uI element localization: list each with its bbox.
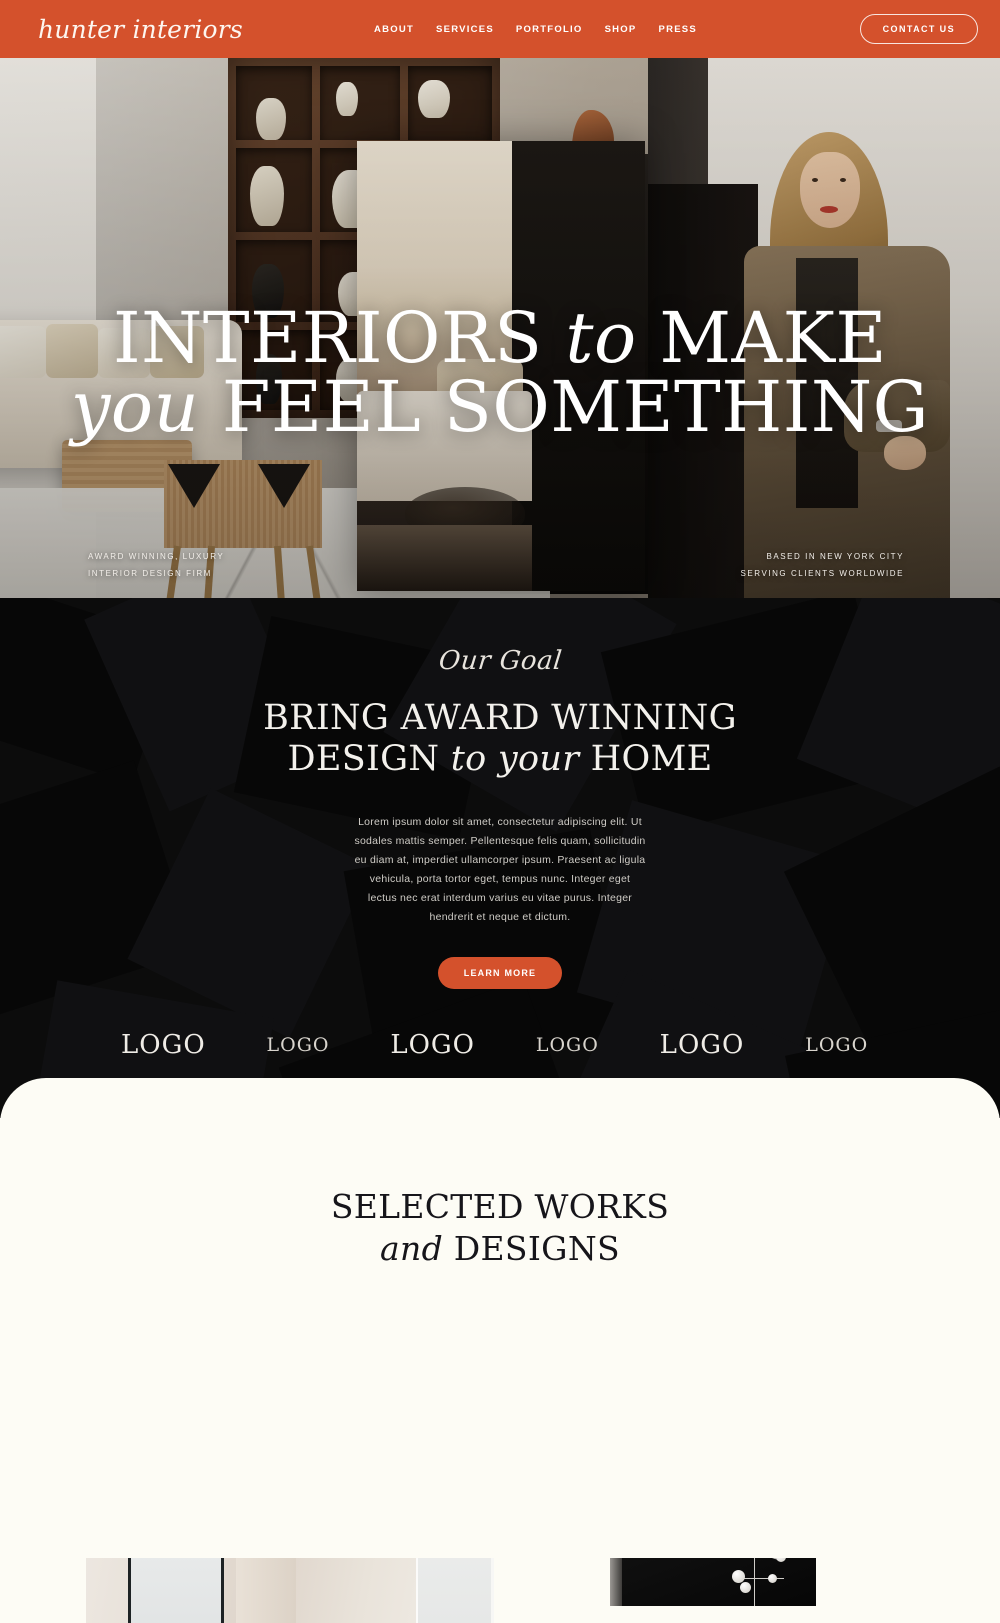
site-logo[interactable]: hunter interiors xyxy=(38,15,243,44)
goal-heading-line2-a: DESIGN xyxy=(287,739,451,780)
contact-us-button[interactable]: CONTACT US xyxy=(859,14,978,44)
client-logo-1[interactable]: LOGO xyxy=(96,1030,231,1060)
goal-section: Our Goal BRING AWARD WINNING DESIGN to y… xyxy=(0,598,1000,1118)
works-heading-line1: SELECTED WORKS xyxy=(330,1187,670,1226)
hero-caption-left-line2: INTERIOR DESIGN FIRM xyxy=(88,568,212,578)
client-logo-3[interactable]: LOGO xyxy=(365,1030,500,1060)
selected-works-heading: SELECTED WORKS and DESIGNS xyxy=(0,1078,1000,1270)
hero-headline-line2-em: you xyxy=(70,365,200,448)
hero-section: INTERIORS to MAKE you FEEL SOMETHING AWA… xyxy=(0,58,1000,598)
goal-heading-line2-em: to your xyxy=(450,739,580,780)
nav-item-portfolio[interactable]: PORTFOLIO xyxy=(516,24,583,35)
client-logo-2[interactable]: LOGO xyxy=(231,1034,366,1056)
goal-paragraph: Lorem ipsum dolor sit amet, consectetur … xyxy=(354,815,646,924)
hero-headline: INTERIORS to MAKE you FEEL SOMETHING xyxy=(0,303,1000,442)
goal-eyebrow: Our Goal xyxy=(436,646,564,676)
selected-works-section: SELECTED WORKS and DESIGNS xyxy=(0,1078,1000,1558)
goal-content: Our Goal BRING AWARD WINNING DESIGN to y… xyxy=(0,598,1000,990)
hero-caption-right-line2: SERVING CLIENTS WORLDWIDE xyxy=(740,568,904,578)
learn-more-button[interactable]: LEARN MORE xyxy=(437,957,563,990)
nav-item-shop[interactable]: SHOP xyxy=(605,24,637,35)
hero-caption-left: AWARD WINNING, LUXURY INTERIOR DESIGN FI… xyxy=(88,549,224,582)
nav-item-services[interactable]: SERVICES xyxy=(436,24,494,35)
goal-heading-line2-b: HOME xyxy=(579,739,713,780)
goal-heading-line1: BRING AWARD WINNING xyxy=(263,698,737,738)
client-logo-row: LOGO LOGO LOGO LOGO LOGO LOGO xyxy=(0,1030,1000,1060)
hero-caption-right-line1: BASED IN NEW YORK CITY xyxy=(766,552,904,562)
works-heading-line2-b: DESIGNS xyxy=(443,1229,620,1269)
client-logo-6[interactable]: LOGO xyxy=(769,1034,904,1056)
nav-item-about[interactable]: ABOUT xyxy=(374,24,414,35)
hero-caption-right: BASED IN NEW YORK CITY SERVING CLIENTS W… xyxy=(740,549,904,582)
works-heading-line2-em: and xyxy=(380,1229,443,1269)
client-logo-5[interactable]: LOGO xyxy=(635,1030,770,1060)
site-header: hunter interiors ABOUT SERVICES PORTFOLI… xyxy=(0,0,1000,58)
main-nav: ABOUT SERVICES PORTFOLIO SHOP PRESS xyxy=(374,24,697,35)
client-logo-4[interactable]: LOGO xyxy=(500,1034,635,1056)
nav-item-press[interactable]: PRESS xyxy=(659,24,697,35)
goal-heading: BRING AWARD WINNING DESIGN to your HOME xyxy=(0,698,1000,781)
hero-caption-left-line1: AWARD WINNING, LUXURY xyxy=(88,552,225,562)
hero-headline-line2-b: FEEL SOMETHING xyxy=(199,365,930,448)
